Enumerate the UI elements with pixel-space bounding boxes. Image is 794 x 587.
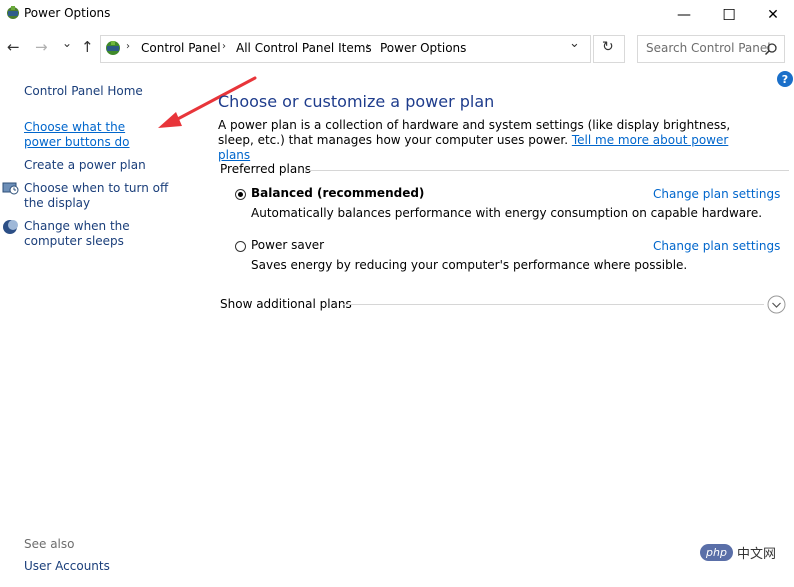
sidebar-item-create-plan[interactable]: Create a power plan — [24, 158, 146, 173]
recent-locations-button[interactable]: ⌄ — [62, 36, 72, 50]
page-title: Choose or customize a power plan — [218, 92, 495, 111]
breadcrumb-separator[interactable]: › — [126, 41, 130, 52]
see-also-label: See also — [24, 537, 75, 551]
search-placeholder: Search Control Panel — [646, 41, 771, 55]
balanced-radio[interactable] — [235, 189, 246, 200]
intro-text: A power plan is a collection of hardware… — [218, 118, 763, 163]
sidebar-item-display-off[interactable]: Choose when to turn off the display — [24, 181, 184, 211]
maximize-button[interactable]: ☐ — [706, 0, 752, 29]
breadcrumb-power-options[interactable]: Power Options — [380, 41, 466, 55]
user-accounts-link[interactable]: User Accounts — [24, 559, 110, 574]
preferred-plans-label: Preferred plans — [220, 162, 312, 176]
chevron-down-icon[interactable]: ⌄ — [569, 36, 580, 51]
php-badge: php — [700, 544, 733, 561]
preferred-plans-divider — [305, 170, 789, 171]
breadcrumb-separator[interactable]: › — [366, 41, 370, 52]
search-icon[interactable] — [764, 41, 778, 56]
breadcrumb-separator[interactable]: › — [222, 41, 226, 52]
power-saver-radio[interactable] — [235, 241, 246, 252]
display-icon — [2, 181, 19, 196]
power-saver-plan-description: Saves energy by reducing your computer's… — [251, 258, 688, 272]
additional-plans-divider — [343, 304, 764, 305]
close-button[interactable]: ✕ — [750, 0, 794, 29]
refresh-icon[interactable]: ↻ — [602, 39, 614, 55]
minimize-button[interactable]: — — [661, 0, 707, 29]
address-icon — [104, 39, 122, 57]
balanced-change-settings-link[interactable]: Change plan settings — [653, 187, 780, 202]
forward-button[interactable]: → — [35, 38, 48, 56]
window-title: Power Options — [24, 6, 111, 20]
sidebar-item-power-buttons[interactable]: Choose what the power buttons do — [24, 120, 164, 150]
breadcrumb-control-panel[interactable]: Control Panel — [141, 41, 221, 55]
app-icon — [5, 5, 21, 21]
show-additional-plans[interactable]: Show additional plans — [220, 297, 352, 312]
help-icon[interactable]: ? — [777, 71, 793, 87]
watermark-text: 中文网 — [736, 547, 776, 562]
power-saver-change-settings-link[interactable]: Change plan settings — [653, 239, 780, 254]
sidebar-item-sleep[interactable]: Change when the computer sleeps — [24, 219, 184, 249]
breadcrumb-all-items[interactable]: All Control Panel Items — [236, 41, 372, 55]
power-saver-plan-name[interactable]: Power saver — [251, 238, 324, 253]
back-button[interactable]: ← — [7, 38, 20, 56]
expand-chevron-icon[interactable] — [767, 295, 786, 314]
sidebar-home-link[interactable]: Control Panel Home — [24, 84, 143, 99]
sleep-icon — [2, 219, 19, 235]
up-button[interactable]: ↑ — [81, 38, 94, 56]
watermark-logo: php 中文网 — [700, 543, 776, 562]
balanced-plan-name[interactable]: Balanced (recommended) — [251, 186, 424, 201]
balanced-plan-description: Automatically balances performance with … — [251, 206, 763, 220]
